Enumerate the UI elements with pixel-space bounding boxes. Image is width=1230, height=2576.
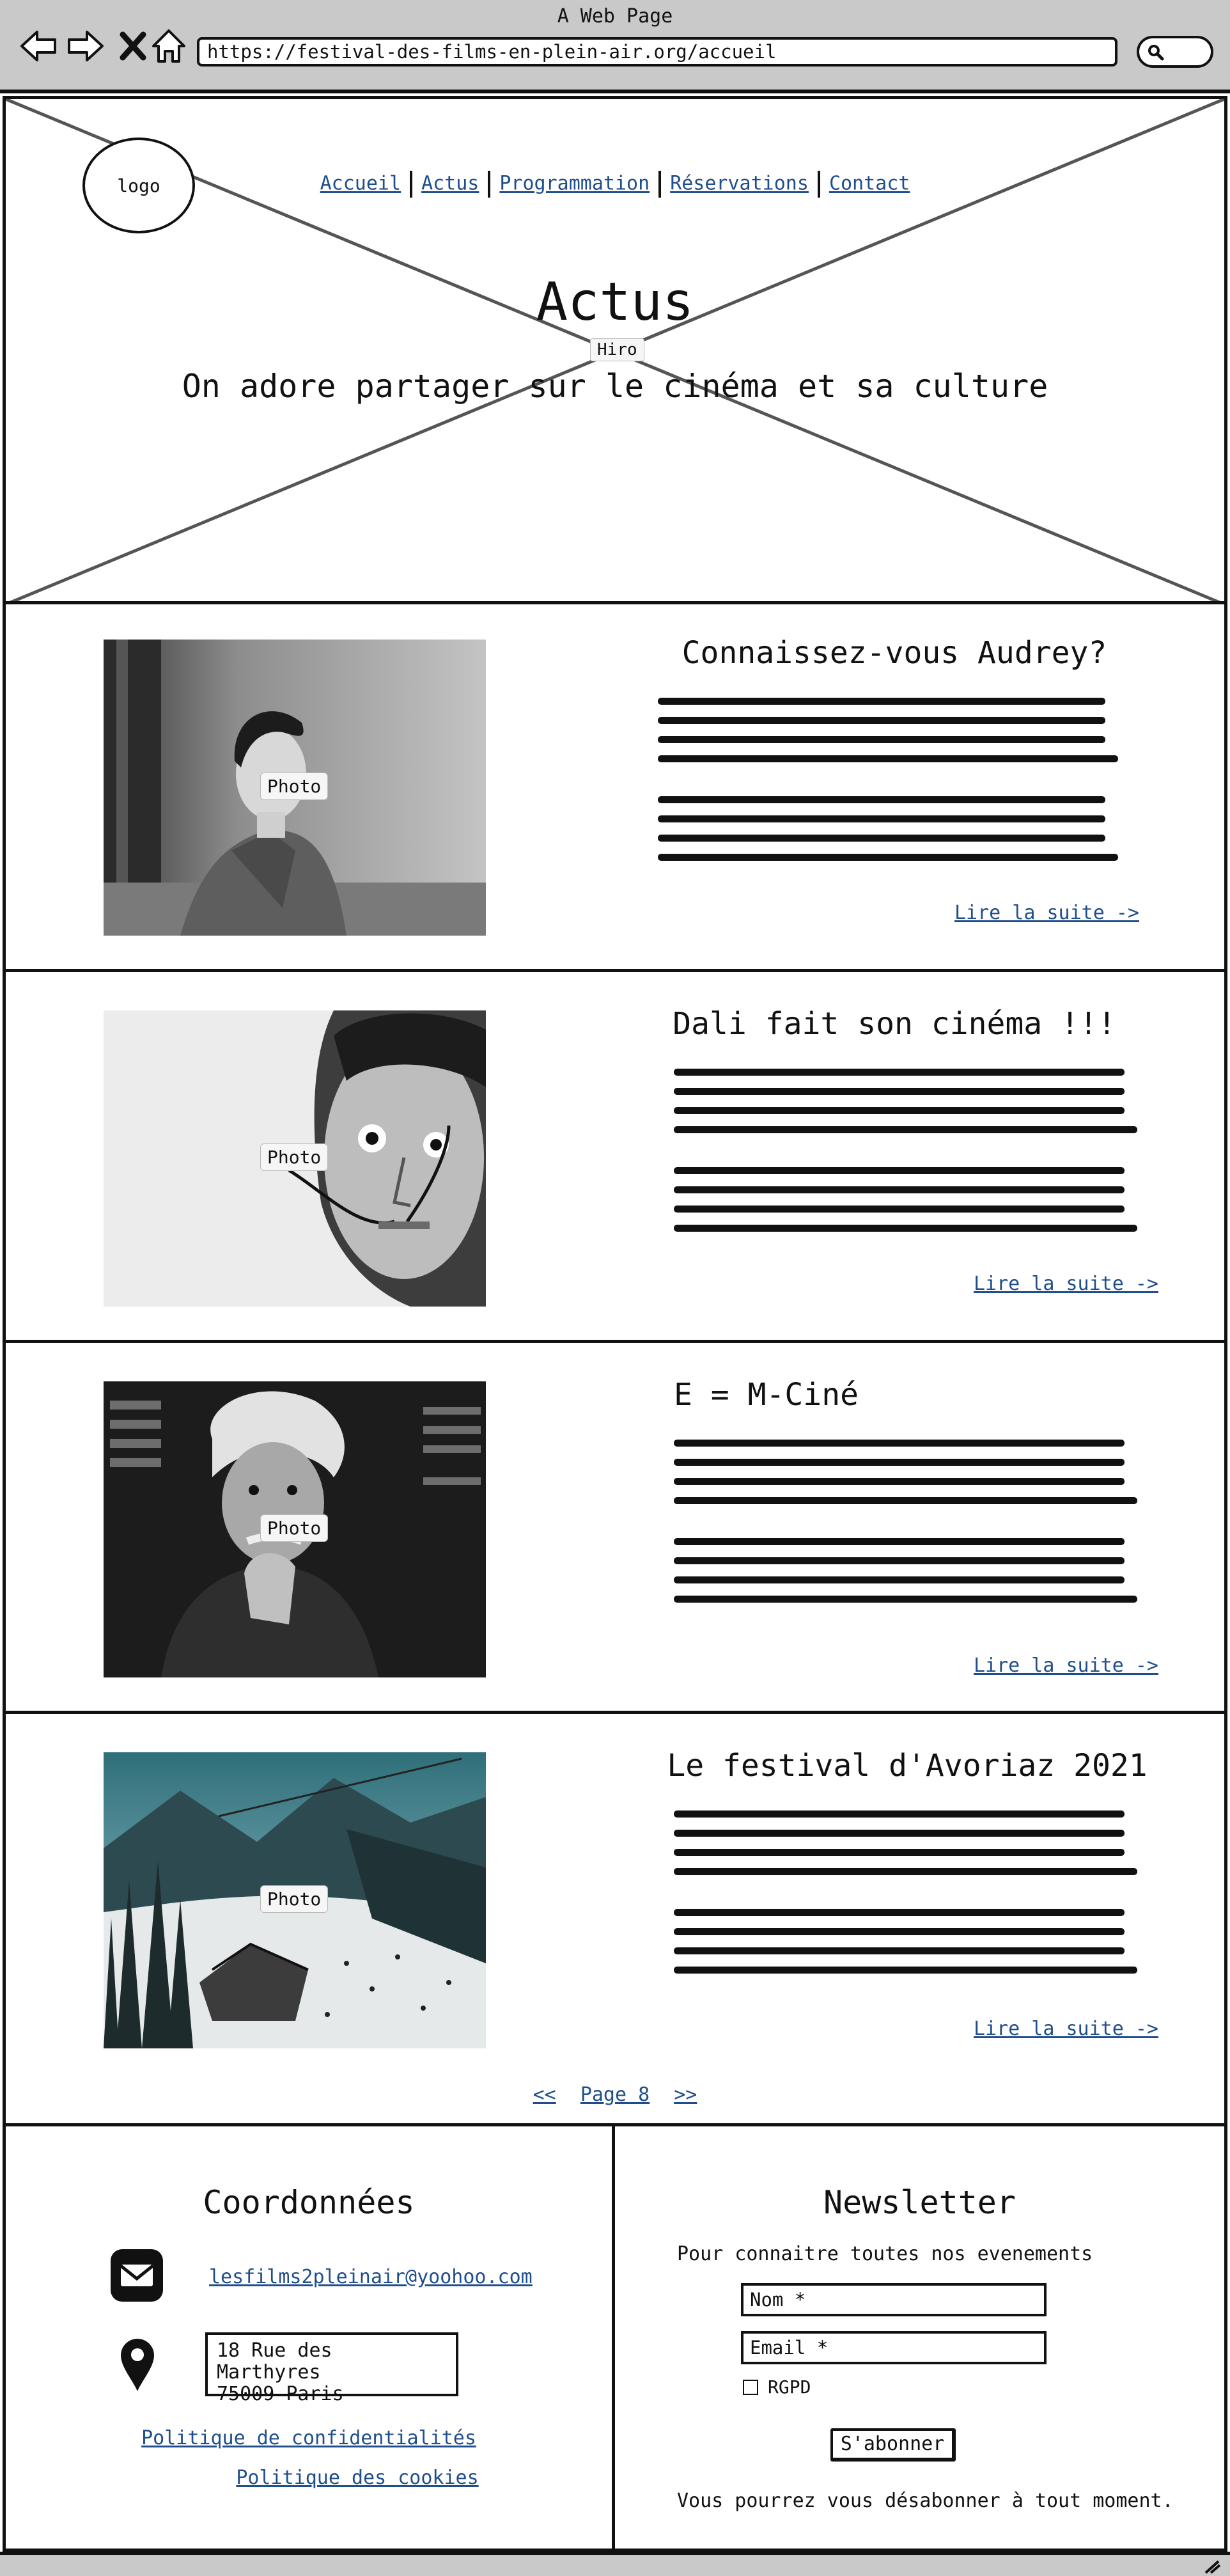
privacy-policy-link[interactable]: Politique de confidentialités <box>141 2427 476 2449</box>
rgpd-checkbox[interactable] <box>743 2380 758 2395</box>
article-title: Connaissez-vous Audrey? <box>681 635 1107 671</box>
read-more-link[interactable]: Lire la suite -> <box>974 2018 1158 2040</box>
rgpd-label: RGPD <box>768 2376 811 2398</box>
nav-separator <box>410 171 413 198</box>
article-title: E = M-Ciné <box>674 1377 859 1413</box>
arrow-left-icon[interactable] <box>18 26 59 67</box>
lorem-text-placeholder <box>674 1069 1137 1232</box>
arrow-right-icon[interactable] <box>65 26 106 67</box>
browser-search-box[interactable] <box>1137 36 1213 68</box>
email-field[interactable]: Email * <box>741 2331 1047 2364</box>
close-icon[interactable] <box>113 26 153 67</box>
photo-tag: Photo <box>260 1143 329 1171</box>
hero-banner: logo Accueil Actus Programmation Réservatio… <box>6 99 1224 604</box>
resize-grip-icon[interactable] <box>1203 2559 1221 2574</box>
nav-item-actus[interactable]: Actus <box>421 173 479 195</box>
cookies-policy-link[interactable]: Politique des cookies <box>236 2467 478 2489</box>
photo-tag: Photo <box>260 773 329 800</box>
read-more-link[interactable]: Lire la suite -> <box>954 902 1139 924</box>
read-more-link[interactable]: Lire la suite -> <box>974 1654 1158 1677</box>
newsletter-title: Newsletter <box>823 2184 1016 2221</box>
newsletter-description: Pour connaitre toutes nos evenements <box>677 2243 1093 2265</box>
main-nav: Accueil Actus Programmation Réservations Con… <box>6 171 1224 198</box>
subscribe-button[interactable]: S'abonner <box>830 2428 956 2462</box>
search-icon <box>1148 45 1164 61</box>
address-bar[interactable]: https://festival-des-films-en-plein-air.… <box>197 37 1117 67</box>
pagination-current[interactable]: Page 8 <box>580 2084 650 2106</box>
contact-title: Coordonnées <box>203 2184 415 2221</box>
photo-tag: Photo <box>260 1885 329 1913</box>
unsubscribe-note: Vous pourrez vous désabonner à tout mome… <box>677 2490 1174 2512</box>
nav-separator <box>658 171 662 198</box>
footer: Coordonnées lesfilms2pleinair@yoohoo.com… <box>6 2123 1224 2552</box>
article-photo[interactable]: Photo <box>104 1381 486 1677</box>
map-pin-icon <box>121 2339 154 2391</box>
window-title: A Web Page <box>557 5 673 27</box>
read-more-link[interactable]: Lire la suite -> <box>974 1273 1158 1295</box>
nav-separator <box>488 171 491 198</box>
page-frame: logo Accueil Actus Programmation Réservatio… <box>3 96 1227 2552</box>
article-card: Photo Dali fait son cinéma !!! Lire la s… <box>6 975 1224 1343</box>
article-card: Photo Le festival d'Avoriaz 2021 Lire la… <box>6 1717 1224 2085</box>
pagination: << Page 8 >> <box>6 2084 1224 2106</box>
article-photo[interactable]: Photo <box>104 1010 486 1307</box>
article-card: Photo Connaissez-vous Audrey? Lire la su… <box>6 604 1224 972</box>
address-line: 18 Rue des Marthyres <box>217 2339 332 2384</box>
email-link[interactable]: lesfilms2pleinair@yoohoo.com <box>209 2266 533 2288</box>
pagination-next[interactable]: >> <box>674 2084 697 2106</box>
page-title: Actus <box>536 272 694 333</box>
article-card: Photo E = M-Ciné Lire la suite -> <box>6 1346 1224 1714</box>
name-field[interactable]: Nom * <box>741 2283 1047 2316</box>
article-title: Le festival d'Avoriaz 2021 <box>667 1748 1148 1784</box>
nav-item-programmation[interactable]: Programmation <box>499 173 650 195</box>
browser-statusbar <box>0 2552 1230 2576</box>
home-icon[interactable] <box>148 26 189 67</box>
page-subtitle: On adore partager sur le cinéma et sa cu… <box>182 368 1048 405</box>
article-photo[interactable]: Photo <box>104 640 486 936</box>
hero-tag: Hiro <box>590 338 644 361</box>
address-line: 75009 Paris <box>217 2383 344 2405</box>
pagination-prev[interactable]: << <box>533 2084 556 2106</box>
mail-icon <box>111 2249 163 2302</box>
lorem-text-placeholder <box>674 1810 1137 1974</box>
nav-separator <box>817 171 820 198</box>
nav-item-contact[interactable]: Contact <box>829 173 910 195</box>
lorem-text-placeholder <box>658 698 1118 861</box>
article-photo[interactable]: Photo <box>104 1752 486 2048</box>
photo-tag: Photo <box>260 1514 329 1542</box>
lorem-text-placeholder <box>674 1440 1137 1603</box>
nav-item-reservations[interactable]: Réservations <box>670 173 809 195</box>
address-box: 18 Rue des Marthyres 75009 Paris <box>205 2332 458 2405</box>
browser-toolbar: A Web Page https://festival-des-films-en… <box>0 0 1230 93</box>
article-title: Dali fait son cinéma !!! <box>673 1006 1116 1042</box>
nav-item-accueil[interactable]: Accueil <box>320 173 401 195</box>
